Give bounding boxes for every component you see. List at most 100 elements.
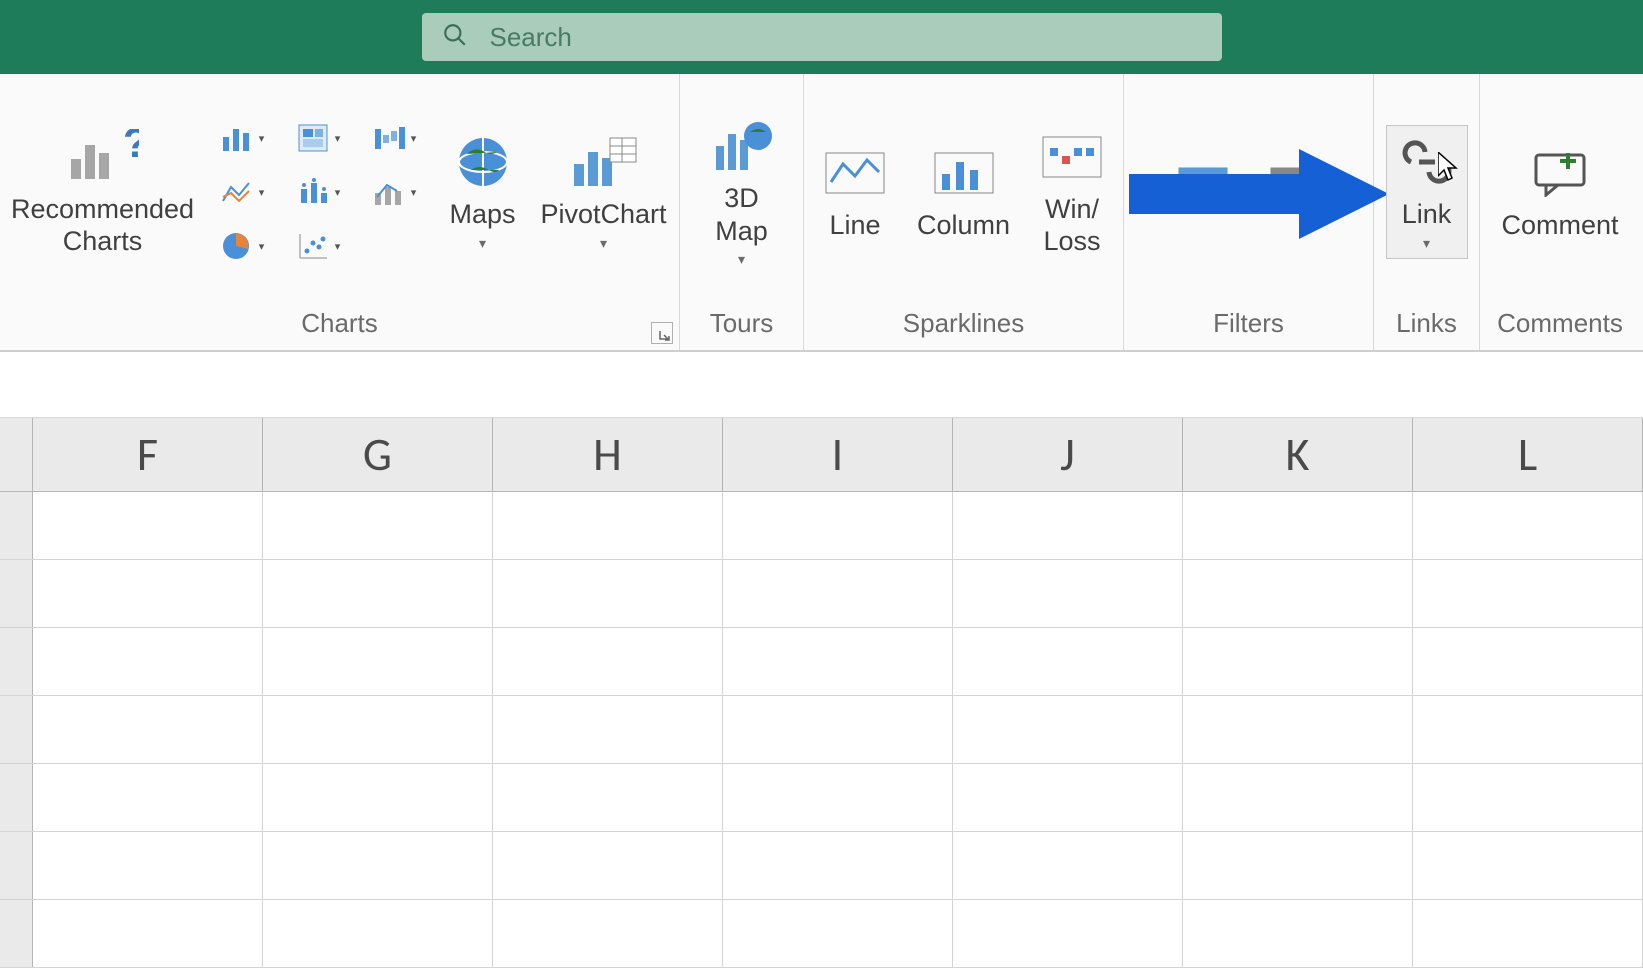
cell[interactable] bbox=[723, 560, 953, 627]
cell[interactable] bbox=[953, 492, 1183, 559]
cell[interactable] bbox=[493, 900, 723, 967]
group-label-sparklines: Sparklines bbox=[816, 300, 1111, 344]
cell[interactable] bbox=[1413, 832, 1643, 899]
cell[interactable] bbox=[493, 492, 723, 559]
row-header[interactable] bbox=[0, 492, 33, 559]
column-header[interactable]: F bbox=[33, 418, 263, 491]
comment-label: Comment bbox=[1501, 209, 1618, 241]
cell[interactable] bbox=[33, 900, 263, 967]
search-input[interactable] bbox=[488, 21, 1202, 54]
cell[interactable] bbox=[33, 492, 263, 559]
row-header[interactable] bbox=[0, 764, 33, 831]
column-headers: FGHIJKL bbox=[0, 418, 1643, 492]
waterfall-chart-button[interactable]: ▾ bbox=[360, 114, 430, 162]
column-header[interactable]: G bbox=[263, 418, 493, 491]
row-header[interactable] bbox=[0, 900, 33, 967]
link-button[interactable]: Link ▾ bbox=[1386, 125, 1468, 258]
cell[interactable] bbox=[1413, 628, 1643, 695]
cell[interactable] bbox=[33, 764, 263, 831]
table-row bbox=[0, 832, 1643, 900]
hierarchy-chart-button[interactable]: ▾ bbox=[284, 114, 354, 162]
cell[interactable] bbox=[1183, 900, 1413, 967]
cell[interactable] bbox=[1183, 764, 1413, 831]
cell[interactable] bbox=[1183, 628, 1413, 695]
pie-chart-button[interactable]: ▾ bbox=[208, 222, 278, 270]
3d-map-label: 3D Map bbox=[715, 182, 768, 247]
cell[interactable] bbox=[723, 696, 953, 763]
3d-map-button[interactable]: 3D Map ▾ bbox=[699, 109, 785, 275]
cell[interactable] bbox=[953, 696, 1183, 763]
row-header[interactable] bbox=[0, 628, 33, 695]
cell[interactable] bbox=[1183, 492, 1413, 559]
cell[interactable] bbox=[1413, 900, 1643, 967]
cell[interactable] bbox=[723, 628, 953, 695]
cell[interactable] bbox=[723, 492, 953, 559]
cell[interactable] bbox=[1413, 560, 1643, 627]
timeline-button[interactable] bbox=[1254, 152, 1336, 232]
column-header[interactable]: I bbox=[723, 418, 953, 491]
cell[interactable] bbox=[1183, 560, 1413, 627]
cell[interactable] bbox=[1183, 696, 1413, 763]
cell[interactable] bbox=[953, 628, 1183, 695]
column-header[interactable]: J bbox=[953, 418, 1183, 491]
combo-chart-button[interactable]: ▾ bbox=[360, 168, 430, 216]
recommended-charts-button[interactable]: ? Recommended Charts bbox=[8, 120, 198, 265]
statistic-chart-button[interactable]: ▾ bbox=[284, 168, 354, 216]
select-all-corner[interactable] bbox=[0, 418, 33, 491]
column-header[interactable]: K bbox=[1183, 418, 1413, 491]
table-row bbox=[0, 764, 1643, 832]
cell[interactable] bbox=[1183, 832, 1413, 899]
cell[interactable] bbox=[263, 560, 493, 627]
table-row bbox=[0, 900, 1643, 968]
cell[interactable] bbox=[263, 764, 493, 831]
cell[interactable] bbox=[493, 696, 723, 763]
scatter-chart-button[interactable]: ▾ bbox=[284, 222, 354, 270]
chevron-down-icon: ▾ bbox=[1423, 235, 1430, 252]
pivotchart-label: PivotChart bbox=[540, 198, 666, 230]
row-header[interactable] bbox=[0, 560, 33, 627]
column-header[interactable]: L bbox=[1413, 418, 1643, 491]
cell[interactable] bbox=[1413, 764, 1643, 831]
cell[interactable] bbox=[263, 628, 493, 695]
cell[interactable] bbox=[953, 560, 1183, 627]
pivotchart-button[interactable]: PivotChart ▾ bbox=[536, 125, 672, 258]
cell[interactable] bbox=[263, 832, 493, 899]
group-comments: Comment Comments bbox=[1480, 74, 1640, 350]
cell[interactable] bbox=[263, 900, 493, 967]
cell[interactable] bbox=[953, 832, 1183, 899]
cell[interactable] bbox=[953, 900, 1183, 967]
chevron-down-icon: ▾ bbox=[479, 235, 486, 252]
cell[interactable] bbox=[493, 628, 723, 695]
charts-dialog-launcher[interactable] bbox=[651, 322, 673, 344]
cell[interactable] bbox=[1413, 696, 1643, 763]
cell[interactable] bbox=[263, 696, 493, 763]
sparkline-line-button[interactable]: Line bbox=[814, 136, 896, 248]
row-header[interactable] bbox=[0, 696, 33, 763]
cell[interactable] bbox=[723, 832, 953, 899]
cell[interactable] bbox=[723, 764, 953, 831]
cell[interactable] bbox=[33, 832, 263, 899]
group-sparklines: Line Column Win/ Loss Sparklines bbox=[804, 74, 1124, 350]
cell[interactable] bbox=[263, 492, 493, 559]
sparkline-column-button[interactable]: Column bbox=[906, 136, 1021, 248]
cell[interactable] bbox=[33, 628, 263, 695]
slicer-button[interactable] bbox=[1162, 152, 1244, 232]
column-header[interactable]: H bbox=[493, 418, 723, 491]
comment-button[interactable]: Comment bbox=[1490, 136, 1629, 248]
cell[interactable] bbox=[953, 764, 1183, 831]
cell[interactable] bbox=[493, 832, 723, 899]
cell[interactable] bbox=[33, 560, 263, 627]
cell[interactable] bbox=[723, 900, 953, 967]
table-row bbox=[0, 560, 1643, 628]
cell[interactable] bbox=[493, 764, 723, 831]
row-header[interactable] bbox=[0, 832, 33, 899]
column-chart-button[interactable]: ▾ bbox=[208, 114, 278, 162]
cell[interactable] bbox=[1413, 492, 1643, 559]
maps-button[interactable]: Maps ▾ bbox=[440, 125, 526, 258]
sparkline-winloss-button[interactable]: Win/ Loss bbox=[1031, 120, 1113, 265]
line-chart-button[interactable]: ▾ bbox=[208, 168, 278, 216]
cell[interactable] bbox=[33, 696, 263, 763]
cell[interactable] bbox=[493, 560, 723, 627]
search-box[interactable] bbox=[422, 13, 1222, 61]
group-label-charts: Charts bbox=[12, 300, 667, 344]
